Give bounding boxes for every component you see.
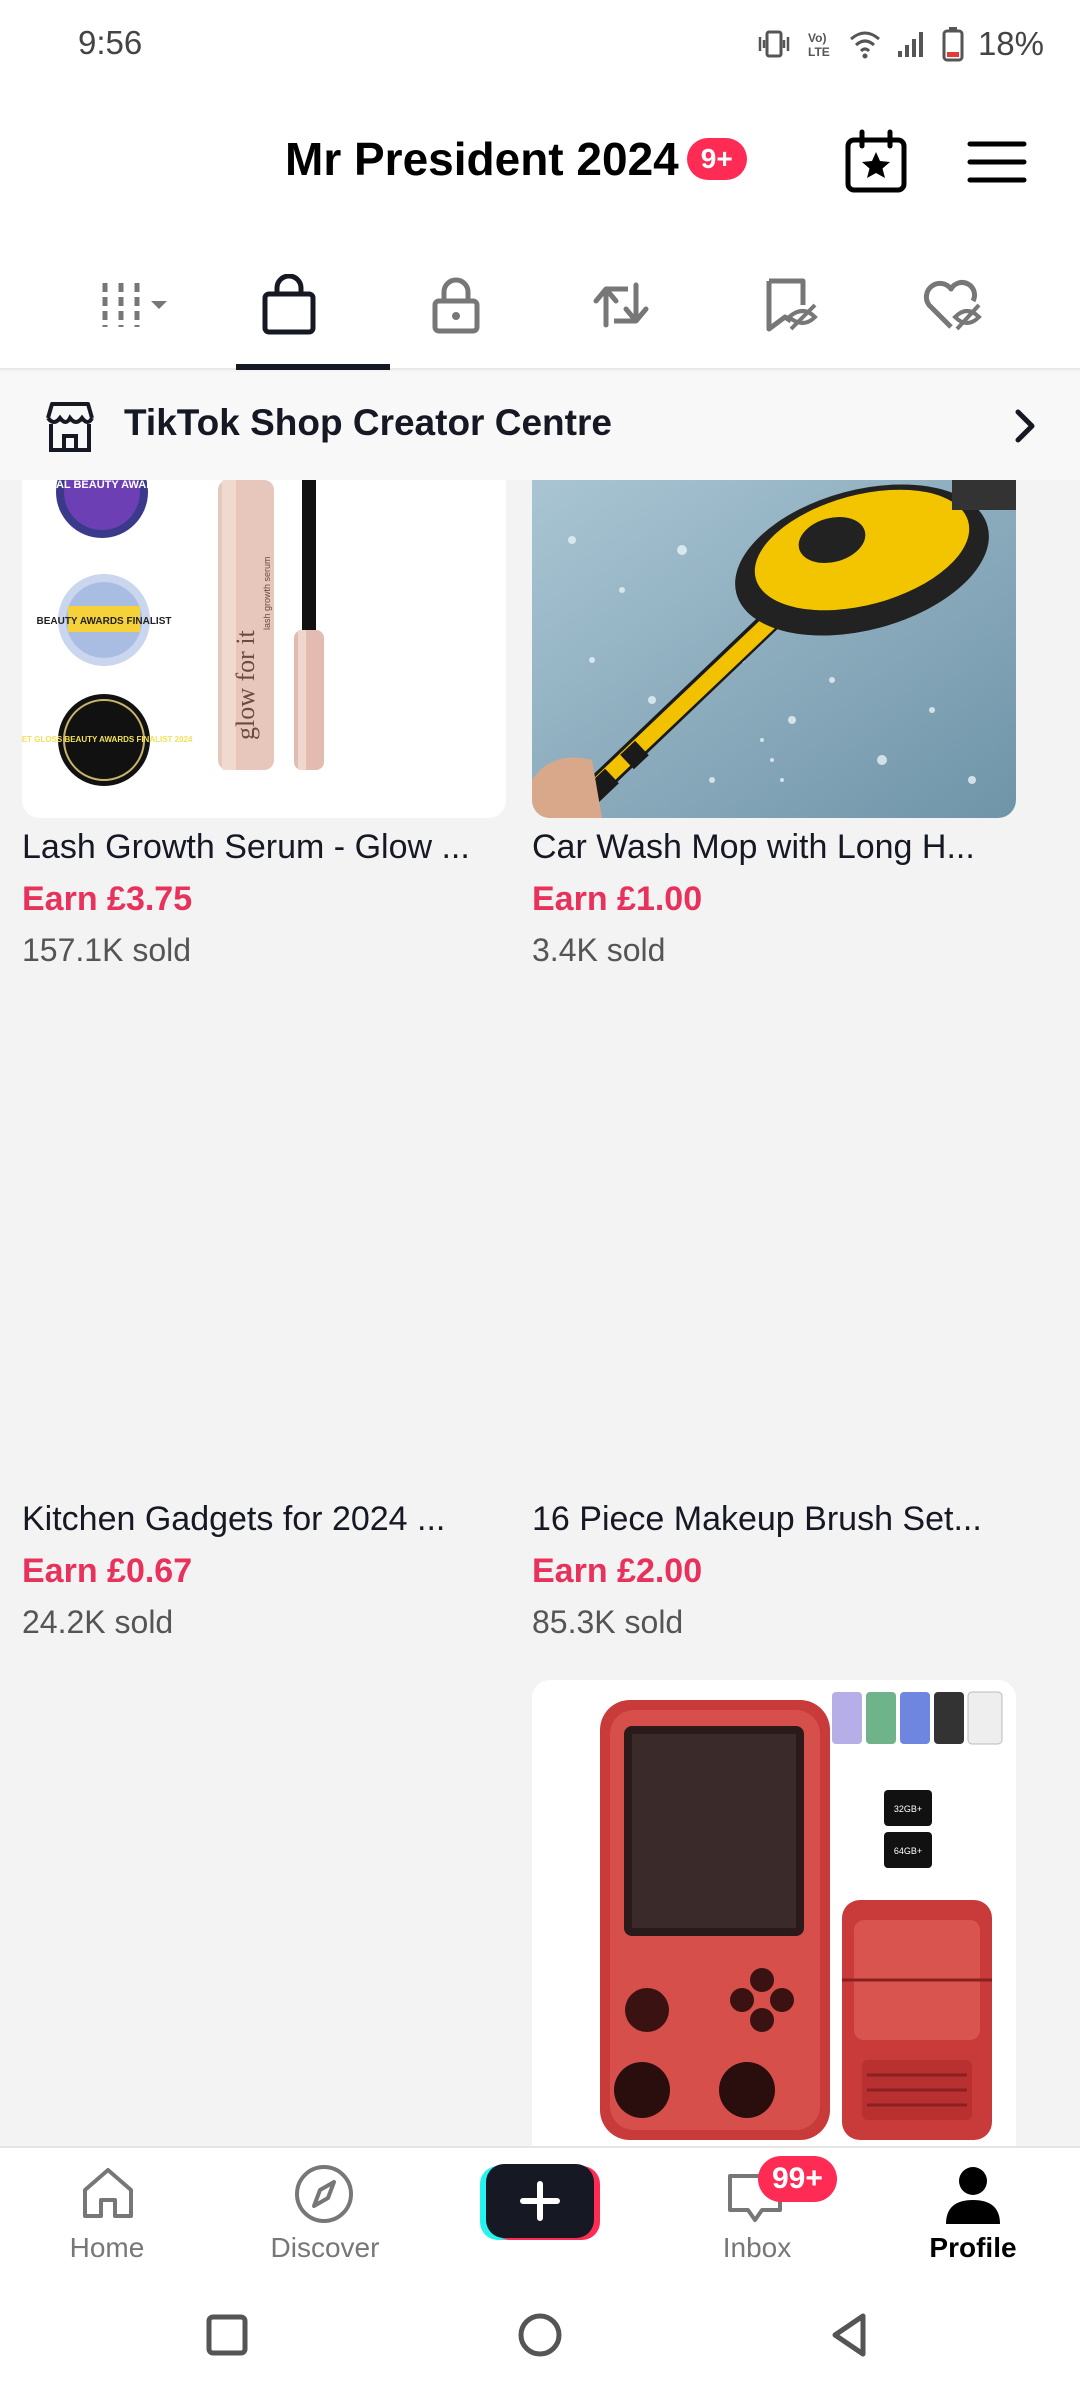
compass-icon	[295, 2165, 353, 2223]
award-text-universal: UNIVERSAL BEAUTY AWARDS 2022	[22, 480, 197, 491]
nav-discover-label: Discover	[270, 2232, 380, 2263]
repost-icon	[593, 282, 649, 328]
system-navigation-bar	[0, 2270, 1080, 2400]
product-image-car-wash-mop	[532, 480, 1016, 818]
shopping-bag-icon	[262, 274, 316, 335]
product-sold: 3.4K sold	[532, 932, 666, 968]
lock-icon	[432, 277, 480, 334]
back-icon[interactable]	[825, 2310, 875, 2360]
product-name: Lash Growth Serum - Glow ...	[22, 828, 470, 866]
active-tab-indicator	[236, 364, 390, 370]
product-sold: 157.1K sold	[22, 932, 192, 968]
nav-home-label: Home	[69, 2232, 145, 2263]
award-text-finalist: BEAUTY AWARDS FINALIST	[36, 616, 171, 627]
nav-profile-label: Profile	[929, 2232, 1017, 2263]
bottle-brand-text: glow for it	[231, 629, 260, 740]
status-bar: 9:56 Vo) LTE 18%	[0, 0, 1080, 90]
store-icon	[46, 402, 94, 452]
sd-card-64gb-label: 64GB+	[894, 1846, 922, 1856]
status-time: 9:56	[78, 24, 143, 61]
signal-icon	[897, 32, 923, 57]
account-switcher[interactable]: Mr President 2024 9+	[285, 132, 747, 186]
chevron-right-icon	[1015, 409, 1035, 443]
profile-title: Mr President 2024	[285, 133, 679, 185]
tab-shop[interactable]	[214, 240, 364, 370]
calendar-star-icon[interactable]	[840, 126, 912, 198]
tab-favorites[interactable]	[714, 240, 864, 370]
product-sold: 24.2K sold	[22, 1604, 174, 1640]
product-name: Car Wash Mop with Long H...	[532, 828, 975, 866]
creator-centre-banner[interactable]: TikTok Shop Creator Centre	[0, 372, 1080, 480]
profile-tabs	[0, 240, 1080, 370]
battery-icon	[942, 27, 964, 62]
home-icon	[83, 2168, 133, 2218]
nav-inbox[interactable]: 99+ Inbox	[672, 2148, 842, 2272]
award-text-getgloss: GET GLOSS BEAUTY AWARDS FINALIST 2024	[22, 735, 193, 744]
tab-private[interactable]	[381, 240, 531, 370]
tab-liked[interactable]	[878, 240, 1028, 370]
hidden-bookmark-icon	[766, 278, 818, 332]
notification-badge: 9+	[686, 138, 747, 180]
product-name: Kitchen Gadgets for 2024 ...	[22, 1500, 446, 1538]
menu-icon[interactable]	[962, 132, 1032, 192]
nav-profile[interactable]: Profile	[888, 2148, 1058, 2272]
product-earn: Earn £2.00	[532, 1552, 703, 1590]
tab-videos-grid[interactable]	[62, 240, 212, 370]
vibrate-icon	[758, 30, 790, 58]
home-button-icon[interactable]	[515, 2310, 565, 2360]
product-feed: UNIVERSAL BEAUTY AWARDS 2022 BEAUTY AWAR…	[0, 480, 1080, 2146]
product-name: 16 Piece Makeup Brush Set...	[532, 1500, 982, 1538]
profile-header: Mr President 2024 9+	[0, 90, 1080, 240]
bottle-product-text: lash growth serum	[262, 556, 272, 630]
grid-dropdown-icon	[102, 283, 167, 327]
nav-discover[interactable]: Discover	[240, 2148, 410, 2272]
inbox-badge: 99+	[758, 2156, 837, 2202]
bottom-navigation: Home Discover 99+ Inbox Profile	[0, 2146, 1080, 2270]
create-button[interactable]	[480, 2164, 600, 2242]
product-earn: Earn £3.75	[22, 880, 193, 918]
wifi-icon	[849, 31, 880, 59]
product-earn: Earn £0.67	[22, 1552, 193, 1590]
recent-apps-icon[interactable]	[202, 2310, 252, 2360]
product-image-handheld-console: 32GB+ 64GB+	[532, 1680, 1016, 2146]
product-sold: 85.3K sold	[532, 1604, 684, 1640]
product-earn: Earn £1.00	[532, 880, 703, 918]
nav-inbox-label: Inbox	[722, 2232, 792, 2263]
creator-centre-label: TikTok Shop Creator Centre	[124, 402, 612, 443]
battery-percent: 18%	[977, 25, 1044, 62]
product-image-lash-serum: UNIVERSAL BEAUTY AWARDS 2022 BEAUTY AWAR…	[22, 480, 506, 818]
sd-card-32gb-label: 32GB+	[894, 1804, 922, 1814]
svg-text:Vo): Vo)	[808, 31, 826, 45]
svg-text:LTE: LTE	[808, 45, 830, 59]
volte-icon: Vo)LTE	[808, 31, 830, 59]
tab-reposts[interactable]	[546, 240, 696, 370]
person-icon	[946, 2167, 1000, 2224]
hidden-heart-icon	[923, 279, 982, 331]
nav-home[interactable]: Home	[22, 2148, 192, 2272]
status-icons: Vo) LTE 18%	[756, 22, 1044, 66]
